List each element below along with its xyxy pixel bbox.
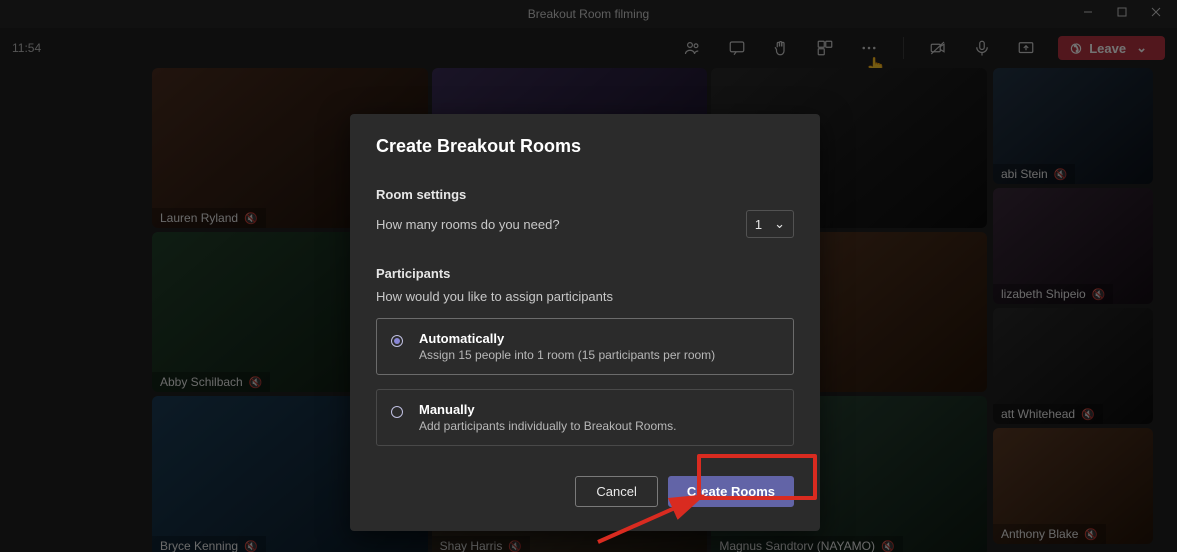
- cancel-button[interactable]: Cancel: [575, 476, 657, 507]
- option-manual-subtitle: Add participants individually to Breakou…: [419, 419, 676, 433]
- participants-section-label: Participants: [376, 266, 794, 281]
- radio-unselected-icon: [391, 406, 403, 418]
- create-rooms-button[interactable]: Create Rooms: [668, 476, 794, 507]
- chevron-down-icon: ⌄: [774, 216, 785, 232]
- option-auto-title: Automatically: [419, 331, 715, 346]
- assign-question: How would you like to assign participant…: [376, 289, 794, 304]
- assign-auto-option[interactable]: Automatically Assign 15 people into 1 ro…: [376, 318, 794, 375]
- room-count-row: How many rooms do you need? 1 ⌄: [376, 210, 794, 238]
- option-auto-subtitle: Assign 15 people into 1 room (15 partici…: [419, 348, 715, 362]
- app-window: Breakout Room filming 11:54 ✆ Leave ⌄: [0, 0, 1177, 552]
- cancel-label: Cancel: [596, 484, 636, 499]
- room-question: How many rooms do you need?: [376, 217, 560, 232]
- option-manual-title: Manually: [419, 402, 676, 417]
- room-count-value: 1: [755, 217, 762, 232]
- dialog-actions: Cancel Create Rooms: [376, 476, 794, 507]
- radio-selected-icon: [391, 335, 403, 347]
- create-breakout-rooms-dialog: Create Breakout Rooms Room settings How …: [350, 114, 820, 531]
- dialog-title: Create Breakout Rooms: [376, 136, 794, 157]
- create-rooms-label: Create Rooms: [687, 484, 775, 499]
- room-settings-label: Room settings: [376, 187, 794, 202]
- room-count-select[interactable]: 1 ⌄: [746, 210, 794, 238]
- assign-manual-option[interactable]: Manually Add participants individually t…: [376, 389, 794, 446]
